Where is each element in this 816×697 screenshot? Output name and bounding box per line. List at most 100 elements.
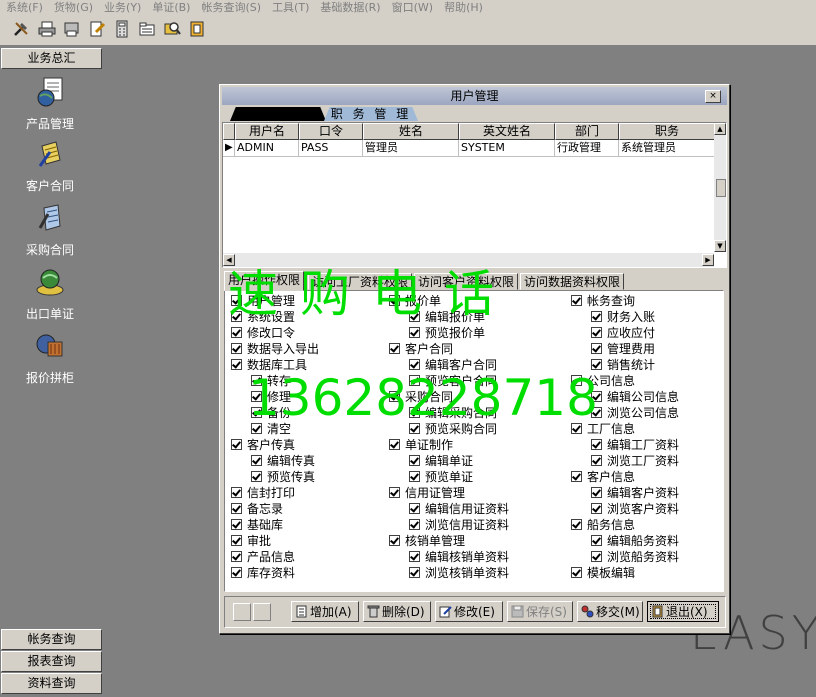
horizontal-scrollbar[interactable]: ◀ ▶ (223, 253, 714, 267)
permission-item[interactable]: 浏览公司信息 (591, 405, 679, 421)
permission-item[interactable]: 报价单 (389, 293, 441, 309)
menu-tools[interactable]: 工具(T) (266, 1, 314, 14)
search-icon[interactable] (163, 20, 181, 38)
checkbox-checked-icon[interactable] (231, 359, 242, 370)
checkbox-checked-icon[interactable] (251, 375, 262, 386)
checkbox-checked-icon[interactable] (251, 471, 262, 482)
checkbox-checked-icon[interactable] (409, 327, 420, 338)
permission-item[interactable]: 修改口令 (231, 325, 295, 341)
checkbox-checked-icon[interactable] (389, 535, 400, 546)
permission-item[interactable]: 模板编辑 (571, 565, 635, 581)
permission-item[interactable]: 清空 (251, 421, 291, 437)
checkbox-checked-icon[interactable] (231, 343, 242, 354)
checkbox-checked-icon[interactable] (409, 471, 420, 482)
add-button[interactable]: 增加(A) (291, 601, 359, 622)
nav-prev-button[interactable] (233, 603, 251, 621)
menu-documents[interactable]: 单证(B) (146, 1, 195, 14)
checkbox-checked-icon[interactable] (389, 439, 400, 450)
checkbox-checked-icon[interactable] (409, 311, 420, 322)
menu-goods[interactable]: 货物(G) (48, 1, 98, 14)
printer-icon[interactable] (38, 20, 56, 38)
permission-item[interactable]: 编辑客户合同 (409, 357, 497, 373)
checkbox-checked-icon[interactable] (389, 343, 400, 354)
cell-name[interactable]: 管理员 (363, 140, 459, 156)
checkbox-checked-icon[interactable] (231, 535, 242, 546)
checkbox-checked-icon[interactable] (571, 423, 582, 434)
print-preview-icon[interactable] (63, 20, 81, 38)
checkbox-checked-icon[interactable] (409, 551, 420, 562)
checkbox-checked-icon[interactable] (389, 487, 400, 498)
checkbox-checked-icon[interactable] (591, 487, 602, 498)
checkbox-checked-icon[interactable] (591, 503, 602, 514)
sidebar-item-customer-contract[interactable]: 客户合同 (0, 138, 100, 194)
checkbox-checked-icon[interactable] (231, 295, 242, 306)
checkbox-checked-icon[interactable] (409, 407, 420, 418)
checkbox-checked-icon[interactable] (571, 375, 582, 386)
menu-business[interactable]: 业务(Y) (98, 1, 146, 14)
sidebar-header[interactable]: 业务总汇 (1, 48, 102, 69)
cell-position[interactable]: 系统管理员 (619, 140, 715, 156)
checkbox-checked-icon[interactable] (591, 439, 602, 450)
checkbox-checked-icon[interactable] (231, 519, 242, 530)
checkbox-checked-icon[interactable] (231, 311, 242, 322)
edit-button[interactable]: 修改(E) (435, 601, 503, 622)
permission-item[interactable]: 预览单证 (409, 469, 473, 485)
checkbox-checked-icon[interactable] (591, 311, 602, 322)
sidebar-item-export-docs[interactable]: 出口单证 (0, 266, 100, 322)
checkbox-checked-icon[interactable] (591, 359, 602, 370)
calculator-icon[interactable] (113, 20, 131, 38)
permission-item[interactable]: 编辑公司信息 (591, 389, 679, 405)
permission-item[interactable]: 数据库工具 (231, 357, 307, 373)
checkbox-checked-icon[interactable] (231, 327, 242, 338)
permission-item[interactable]: 浏览信用证资料 (409, 517, 509, 533)
transfer-button[interactable]: 移交(M) (577, 601, 643, 622)
scroll-right-icon[interactable]: ▶ (702, 254, 714, 266)
permission-item[interactable]: 预览采购合同 (409, 421, 497, 437)
permission-item[interactable]: 浏览核销单资料 (409, 565, 509, 581)
menu-basic-data[interactable]: 基础数据(R) (314, 1, 385, 14)
sidebar-item-purchase-contract[interactable]: 采购合同 (0, 202, 100, 258)
column-header[interactable]: 部门 (555, 123, 619, 140)
save-button[interactable]: 保存(S) (507, 601, 573, 622)
column-header[interactable]: 英文姓名 (459, 123, 555, 140)
checkbox-checked-icon[interactable] (389, 391, 400, 402)
column-header[interactable]: 姓名 (363, 123, 459, 140)
permission-item[interactable]: 编辑客户资料 (591, 485, 679, 501)
checkbox-checked-icon[interactable] (231, 439, 242, 450)
permission-item[interactable]: 船务信息 (571, 517, 635, 533)
permission-item[interactable]: 编辑信用证资料 (409, 501, 509, 517)
permission-item[interactable]: 编辑传真 (251, 453, 315, 469)
accounts-query-button[interactable]: 帐务查询 (1, 629, 102, 650)
permission-item[interactable]: 编辑船务资料 (591, 533, 679, 549)
tools-icon[interactable] (12, 20, 30, 38)
permission-item[interactable]: 信封打印 (231, 485, 295, 501)
close-icon[interactable]: × (705, 90, 721, 103)
permission-item[interactable]: 用户管理 (231, 293, 295, 309)
checkbox-checked-icon[interactable] (251, 423, 262, 434)
permission-item[interactable]: 帐务查询 (571, 293, 635, 309)
permission-item[interactable]: 预览报价单 (409, 325, 485, 341)
delete-button[interactable]: 删除(D) (363, 601, 431, 622)
checkbox-checked-icon[interactable] (231, 503, 242, 514)
column-header[interactable]: 职务 (619, 123, 715, 140)
checkbox-checked-icon[interactable] (591, 391, 602, 402)
permission-item[interactable]: 备份 (251, 405, 291, 421)
checkbox-checked-icon[interactable] (409, 455, 420, 466)
cell-username[interactable]: ADMIN (235, 140, 299, 156)
permission-item[interactable]: 单证制作 (389, 437, 453, 453)
permission-item[interactable]: 备忘录 (231, 501, 283, 517)
permission-item[interactable]: 客户信息 (571, 469, 635, 485)
cell-password[interactable]: PASS (299, 140, 363, 156)
permission-item[interactable]: 客户合同 (389, 341, 453, 357)
column-header[interactable]: 口令 (299, 123, 363, 140)
permission-item[interactable]: 编辑报价单 (409, 309, 485, 325)
help-icon[interactable] (188, 20, 206, 38)
permission-item[interactable]: 财务入账 (591, 309, 655, 325)
cell-english-name[interactable]: SYSTEM (459, 140, 555, 156)
checkbox-checked-icon[interactable] (231, 551, 242, 562)
permission-item[interactable]: 编辑工厂资料 (591, 437, 679, 453)
vertical-scrollbar[interactable]: ▲ ▼ (714, 123, 726, 252)
scroll-down-icon[interactable]: ▼ (714, 240, 726, 252)
permission-item[interactable]: 管理费用 (591, 341, 655, 357)
exit-button[interactable]: 退出(X) (647, 601, 719, 622)
